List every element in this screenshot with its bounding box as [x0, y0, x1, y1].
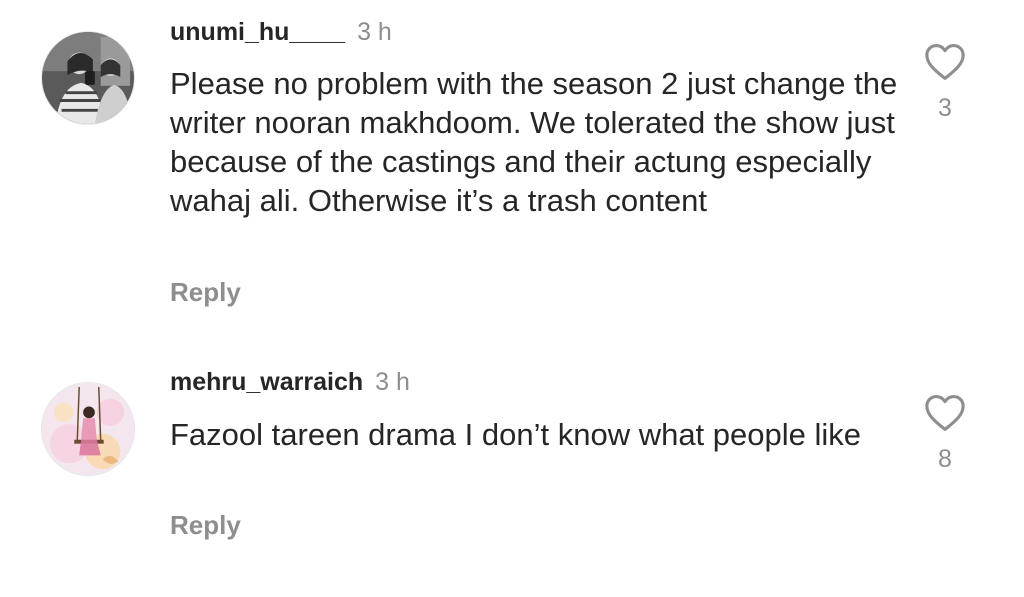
username[interactable]: mehru_warraich [170, 368, 363, 396]
like-button[interactable]: 3 [920, 43, 970, 123]
reply-button[interactable]: Reply [170, 277, 241, 307]
timestamp: 3 h [375, 368, 410, 396]
like-button[interactable]: 8 [920, 394, 970, 474]
timestamp: 3 h [357, 18, 392, 46]
comment-meta: unumi_hu____ 3 h [170, 17, 392, 47]
heart-outline-icon [925, 44, 965, 80]
reply-button[interactable]: Reply [170, 510, 241, 540]
avatar[interactable] [41, 31, 135, 125]
avatar[interactable] [41, 382, 135, 476]
like-count: 8 [938, 445, 952, 473]
comment-item: mehru_warraich 3 h Fazool tareen drama I … [0, 330, 1024, 597]
comment-text: Fazool tareen drama I don’t know what pe… [170, 417, 862, 452]
heart-outline-icon [925, 395, 965, 431]
username[interactable]: unumi_hu____ [170, 18, 345, 46]
avatar-photo-icon [42, 32, 134, 124]
comment-text: Please no problem with the season 2 just… [170, 66, 898, 218]
avatar-illustration-icon [42, 383, 134, 475]
comment-item: unumi_hu____ 3 h Please no problem with t… [0, 0, 1024, 330]
comment-meta: mehru_warraich 3 h [170, 367, 410, 397]
like-count: 3 [938, 94, 952, 122]
